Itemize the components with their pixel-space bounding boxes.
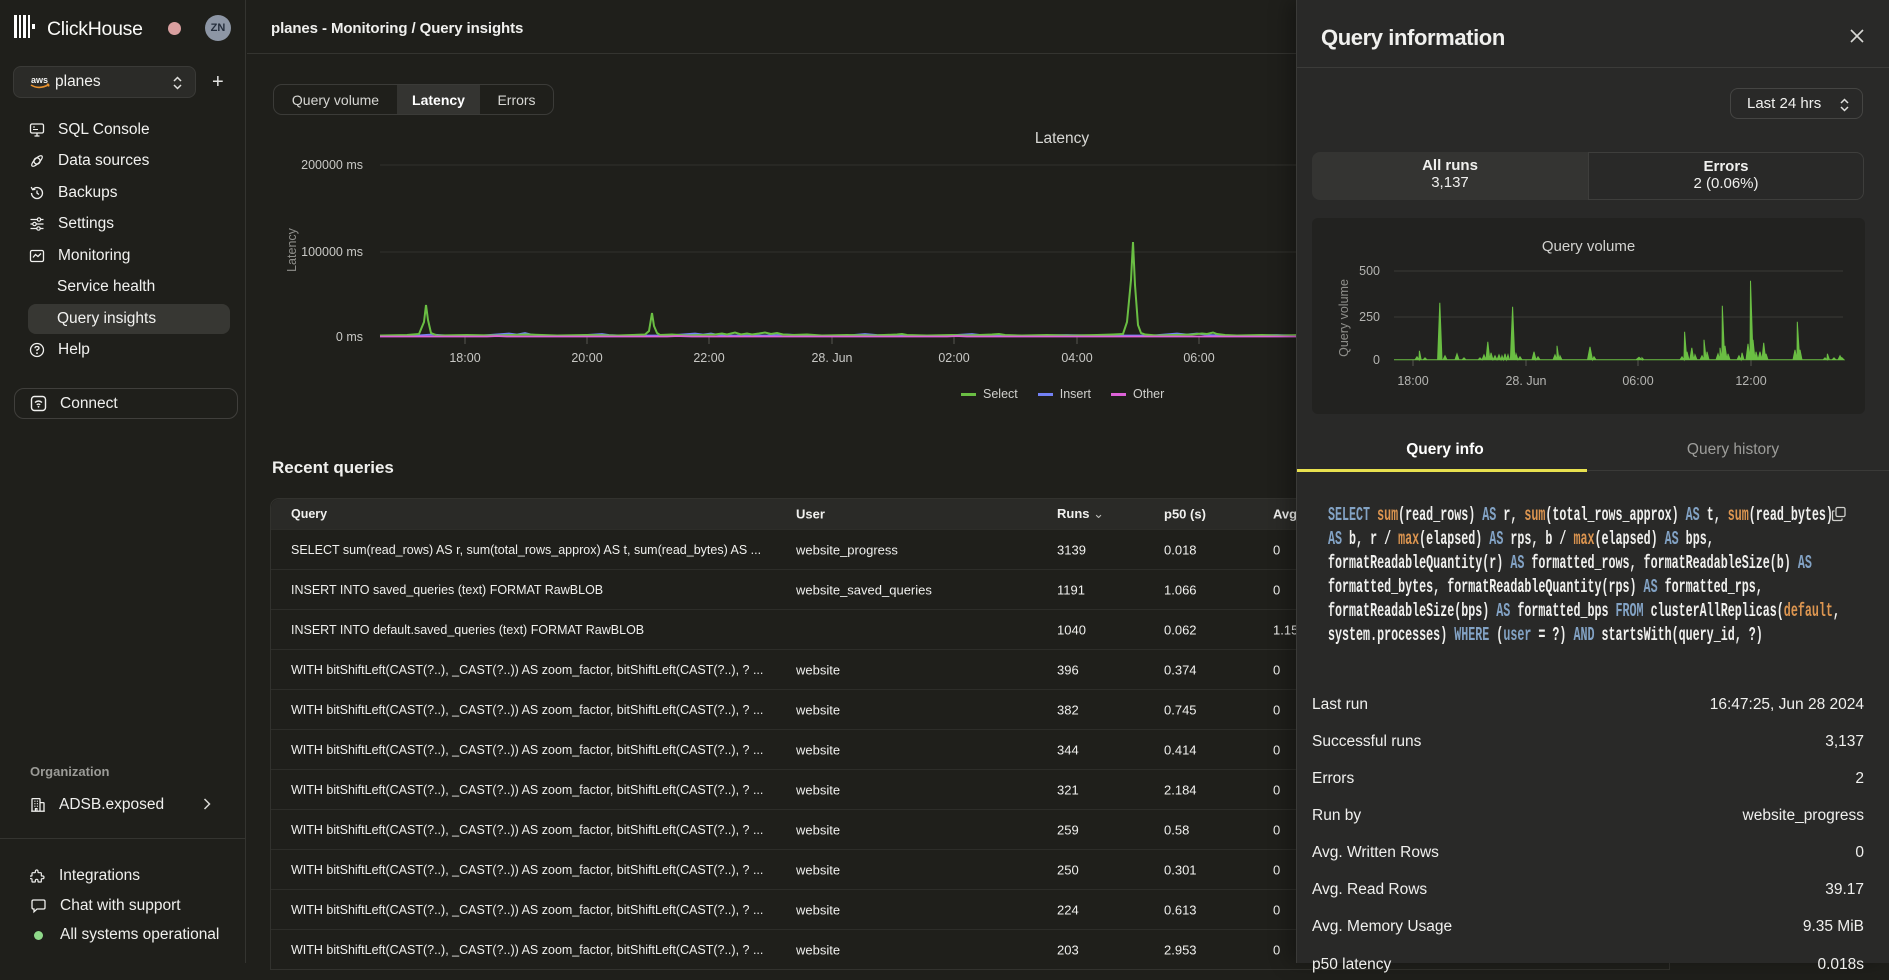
svg-text:aws: aws — [31, 75, 48, 85]
